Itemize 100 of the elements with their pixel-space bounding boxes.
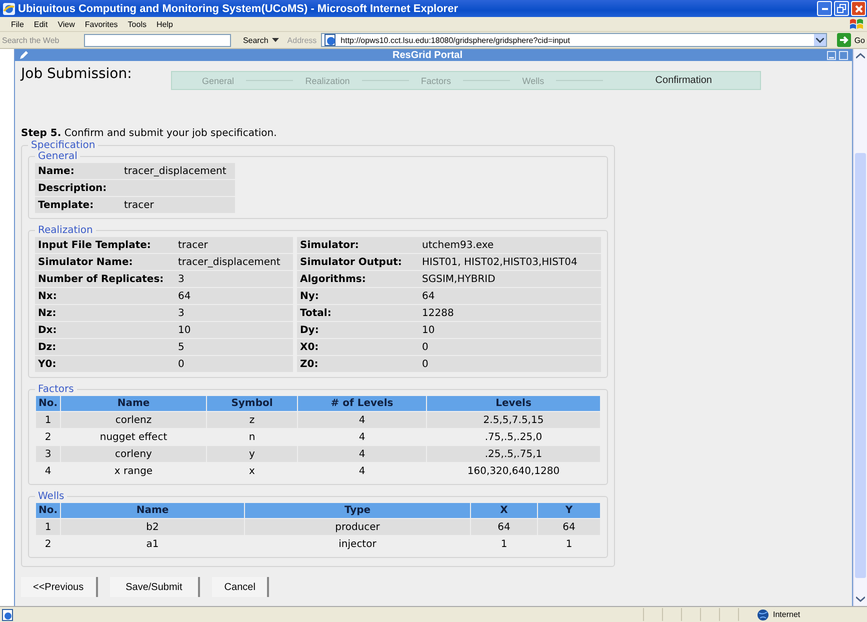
field-label: Simulator: [297,237,419,253]
field-value: utchem93.exe [419,237,601,253]
close-button[interactable] [851,1,866,16]
field-value: tracer_displacement [121,163,235,179]
search-label: Search the Web [2,36,60,44]
field-value: 64 [419,288,601,304]
table-cell: z [207,412,297,428]
table-cell: 4 [298,412,426,428]
table-cell: corlenz [61,412,206,428]
section-legend: Factors [35,384,77,395]
table-cell: b2 [61,519,244,535]
field-value: 12288 [419,305,601,321]
field-label: Dz: [35,339,175,355]
search-button[interactable]: Search [238,36,284,44]
nav-button[interactable]: Save/Submit [110,577,200,597]
column-header: Y [538,503,600,518]
arrow-right-icon [837,33,852,47]
column-header: Name [61,396,206,411]
field-label: Name: [35,163,121,179]
field-value: 0 [419,356,601,372]
nav-button[interactable]: <<Previous [21,577,98,597]
field-label: Simulator Output: [297,254,419,270]
column-header: No. [36,503,60,518]
field-value: SGSIM,HYBRID [419,271,601,287]
section-legend: Specification [28,140,98,151]
menu-item[interactable]: Edit [28,20,53,28]
browser-icon [3,2,15,14]
scroll-down-icon [856,596,865,602]
column-header: No. [36,396,60,411]
dropdown-button[interactable] [814,34,826,46]
field-label: Number of Replicates: [35,271,175,287]
field-label: Template: [35,197,121,213]
table-cell: 64 [538,519,600,535]
field-label: Nz: [35,305,175,321]
minimize-icon [822,8,828,10]
field-label: Y0: [35,356,175,372]
column-header: Symbol [207,396,297,411]
field-label: Dx: [35,322,175,338]
window-title: Ubiquitous Computing and Monitoring System(UCoMS) - Microsoft Internet Explorer [18,2,459,14]
minimize-button[interactable] [817,1,832,16]
field-value: tracer [121,197,235,213]
minimize-icon [827,50,836,60]
page-icon [324,34,338,46]
field-value: 0 [419,339,601,355]
table-cell: 64 [471,519,537,535]
table-cell: 2.5,5,7.5,15 [427,412,600,428]
scroll-up-icon [856,53,865,59]
restore-icon [837,4,846,13]
maximize-button[interactable] [834,1,849,16]
zone-label: Internet [773,610,800,619]
field-label: Ny: [297,288,419,304]
section-legend: General [35,151,80,162]
menu-item[interactable]: File [6,20,29,28]
dropdown-arrow-icon [272,38,280,42]
column-header: Name [61,503,244,518]
table-cell: y [207,446,297,462]
table-cell: .25,.5,.75,1 [427,446,600,462]
field-label: X0: [297,339,419,355]
field-label: Dy: [297,322,419,338]
column-header: Levels [427,396,600,411]
menu-item[interactable]: View [52,20,80,28]
nav-button[interactable]: Cancel [212,577,270,597]
table-cell: 3 [36,446,60,462]
maximize-icon [839,50,848,60]
go-button[interactable]: Go [837,33,865,47]
table-cell: corleny [61,446,206,462]
field-label: Nx: [35,288,175,304]
page-icon [2,608,14,620]
field-label: Total: [297,305,419,321]
menu-item[interactable]: Help [151,20,178,28]
close-icon [854,4,862,12]
menu-item[interactable]: Favorites [80,20,123,28]
windows-flag-icon [849,17,865,31]
address-label: Address [287,36,317,44]
address-field[interactable]: http://opws10.cct.lsu.edu:18080/gridsphere/gridsphere?cid=input [320,33,828,47]
table-cell: 1 [36,412,60,428]
search-input[interactable] [84,34,231,46]
field-value: HIST01, HIST02,HIST03,HIST04 [419,254,601,270]
column-header: # of Levels [298,396,426,411]
field-label: Input File Template: [35,237,175,253]
column-header: X [471,503,537,518]
globe-icon [757,608,769,620]
field-label: Simulator Name: [35,254,175,270]
page-heading: Job Submission: [21,66,133,82]
column-header: Type [245,503,470,518]
step-tab[interactable]: Confirmation [643,75,724,86]
portlet-title: ResGrid Portal [391,50,464,60]
chevron-down-icon [816,38,824,42]
instruction-text: Step 5. Confirm and submit your job specification. [21,128,278,139]
table-cell: 4 [298,446,426,462]
section-legend: Wells [35,491,68,502]
field-label: Algorithms: [297,271,419,287]
field-value: 10 [419,322,601,338]
scroll-thumb[interactable] [855,153,866,578]
field-label: Z0: [297,356,419,372]
table-cell: 1 [36,519,60,535]
table-cell: producer [245,519,470,535]
scrollbar[interactable] [853,49,867,606]
field-label: Description: [35,180,121,196]
menu-item[interactable]: Tools [122,20,152,28]
